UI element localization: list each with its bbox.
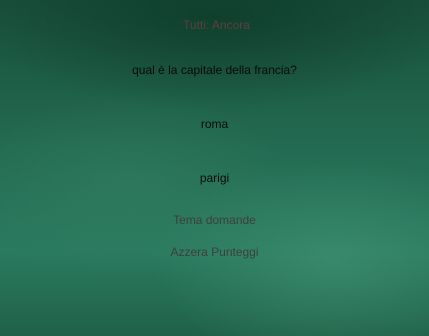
reset-scores-button[interactable]: Azzera Punteggi (0, 244, 429, 260)
answer-option-roma[interactable]: roma (0, 116, 429, 132)
score-label: Tutti: Ancora (183, 18, 250, 32)
question-theme-button[interactable]: Tema domande (0, 212, 429, 228)
quiz-app: Tutti: Ancora qual è la capitale della f… (0, 0, 429, 336)
answer-option-parigi[interactable]: parigi (0, 170, 429, 186)
question-text: qual è la capitale della francia? (132, 63, 297, 77)
